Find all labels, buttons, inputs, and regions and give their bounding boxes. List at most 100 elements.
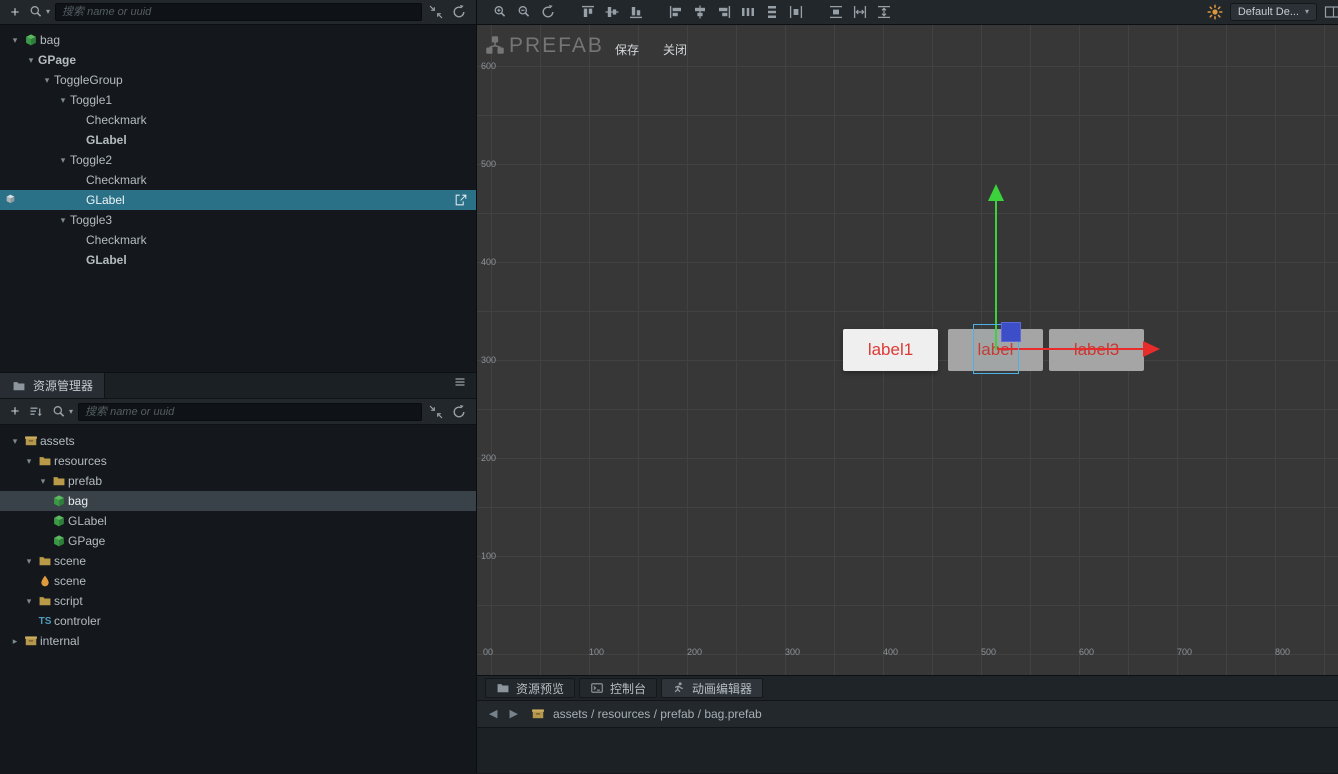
- hierarchy-node-glabel[interactable]: GLabel: [0, 190, 476, 210]
- expand-arrow[interactable]: ▾: [8, 436, 22, 446]
- align-top-icon[interactable]: [579, 3, 597, 21]
- ruler-label-y: 200: [481, 453, 497, 463]
- hierarchy-node-label: GLabel: [86, 133, 127, 147]
- hierarchy-node-glabel[interactable]: GLabel: [0, 130, 476, 150]
- scene-icon: [36, 573, 54, 589]
- assets-search-input[interactable]: [78, 402, 422, 421]
- refresh-icon[interactable]: [450, 3, 468, 21]
- distribute-vertical-icon[interactable]: [763, 3, 781, 21]
- expand-arrow[interactable]: ▾: [22, 456, 36, 466]
- expand-arrow[interactable]: ▾: [8, 35, 22, 45]
- expand-arrow[interactable]: ▾: [40, 75, 54, 85]
- collapse-all-icon[interactable]: [427, 3, 445, 21]
- hierarchy-node-glabel[interactable]: GLabel: [0, 250, 476, 270]
- assets-panel-header: 资源管理器: [0, 372, 476, 398]
- tab-assets-manager[interactable]: 资源管理器: [0, 373, 106, 398]
- device-dropdown[interactable]: Default De... ▾: [1229, 3, 1317, 21]
- asset-node-internal[interactable]: ▸ internal: [0, 631, 476, 651]
- refresh-icon[interactable]: [450, 403, 468, 421]
- stretch-vertical-icon[interactable]: [875, 3, 893, 21]
- expand-arrow[interactable]: ▾: [56, 215, 70, 225]
- gizmo-origin-handle[interactable]: [1001, 322, 1021, 342]
- asset-node-script[interactable]: ▾ script: [0, 591, 476, 611]
- expand-arrow[interactable]: ▾: [22, 556, 36, 566]
- stretch-horizontal-icon[interactable]: [851, 3, 869, 21]
- gizmo-x-arrowhead[interactable]: [1143, 341, 1160, 357]
- search-icon: [27, 3, 45, 21]
- tab-animation-editor[interactable]: 动画编辑器: [661, 678, 764, 698]
- hierarchy-node-bag[interactable]: ▾ bag: [0, 30, 476, 50]
- hierarchy-node-label: GPage: [38, 53, 77, 67]
- scene-label-label1[interactable]: label1: [843, 329, 938, 371]
- tab-console[interactable]: 控制台: [579, 678, 658, 698]
- asset-node-scene[interactable]: scene: [0, 571, 476, 591]
- folder-icon: [36, 453, 54, 469]
- align-left-icon[interactable]: [667, 3, 685, 21]
- device-dropdown-label: Default De...: [1237, 6, 1299, 18]
- zoom-in-icon[interactable]: [491, 3, 509, 21]
- hierarchy-node-checkmark[interactable]: Checkmark: [0, 110, 476, 130]
- expand-arrow[interactable]: ▸: [8, 636, 22, 646]
- tab-asset-preview[interactable]: 资源预览: [485, 678, 576, 698]
- asset-node-glabel[interactable]: GLabel: [0, 511, 476, 531]
- asset-node-prefab[interactable]: ▾ prefab: [0, 471, 476, 491]
- layout-panel-icon[interactable]: [1323, 3, 1338, 21]
- hierarchy-node-checkmark[interactable]: Checkmark: [0, 230, 476, 250]
- hierarchy-node-label: Checkmark: [86, 113, 147, 127]
- expand-arrow[interactable]: ▾: [24, 55, 38, 65]
- prefab-sync-icon[interactable]: [4, 193, 17, 209]
- nav-back-icon[interactable]: ◀: [489, 708, 497, 720]
- close-prefab-button[interactable]: 关闭: [663, 41, 687, 58]
- align-bottom-icon[interactable]: [627, 3, 645, 21]
- align-center-icon[interactable]: [691, 3, 709, 21]
- gizmo-y-arrowhead[interactable]: [988, 184, 1004, 201]
- asset-node-scene[interactable]: ▾ scene: [0, 551, 476, 571]
- breadcrumb-path[interactable]: assets / resources / prefab / bag.prefab: [553, 707, 762, 721]
- search-icon: [50, 403, 68, 421]
- collapse-all-icon[interactable]: [427, 403, 445, 421]
- goto-asset-icon[interactable]: [454, 193, 468, 210]
- asset-node-label: assets: [40, 434, 75, 448]
- expand-arrow[interactable]: ▾: [56, 95, 70, 105]
- nav-forward-icon[interactable]: ▶: [509, 708, 517, 720]
- hierarchy-node-toggle3[interactable]: ▾ Toggle3: [0, 210, 476, 230]
- panel-menu-icon[interactable]: [444, 373, 476, 391]
- scene-toolbar-area: Default De... ▾: [477, 0, 1338, 24]
- sort-icon[interactable]: [27, 403, 45, 421]
- folder-icon: [496, 681, 510, 695]
- hierarchy-search-mode[interactable]: ▾: [27, 3, 50, 21]
- hierarchy-node-togglegroup[interactable]: ▾ ToggleGroup: [0, 70, 476, 90]
- expand-arrow[interactable]: ▾: [36, 476, 50, 486]
- space-vertical-icon[interactable]: [827, 3, 845, 21]
- breadcrumb: assets / resources / prefab / bag.prefab: [530, 706, 762, 722]
- hierarchy-node-toggle1[interactable]: ▾ Toggle1: [0, 90, 476, 110]
- space-horizontal-icon[interactable]: [787, 3, 805, 21]
- scene-view[interactable]: PREFAB 保存 关闭 600 500 400 300 200 100 00 100 200 3…: [477, 25, 1338, 675]
- hierarchy-node-toggle2[interactable]: ▾ Toggle2: [0, 150, 476, 170]
- hierarchy-search-input[interactable]: [55, 3, 422, 21]
- align-right-icon[interactable]: [715, 3, 733, 21]
- scene-label-label3[interactable]: label3: [1049, 329, 1144, 371]
- assets-search-mode[interactable]: ▾: [50, 403, 73, 421]
- zoom-out-icon[interactable]: [515, 3, 533, 21]
- expand-arrow[interactable]: ▾: [56, 155, 70, 165]
- asset-node-label: resources: [54, 454, 107, 468]
- add-node-button[interactable]: +: [8, 5, 22, 20]
- save-prefab-button[interactable]: 保存: [615, 41, 639, 58]
- align-middle-icon[interactable]: [603, 3, 621, 21]
- expand-arrow[interactable]: ▾: [22, 596, 36, 606]
- distribute-horizontal-icon[interactable]: [739, 3, 757, 21]
- asset-node-gpage[interactable]: GPage: [0, 531, 476, 551]
- asset-node-assets[interactable]: ▾ assets: [0, 431, 476, 451]
- ruler-label-x: 400: [883, 647, 899, 657]
- asset-node-bag[interactable]: bag: [0, 491, 476, 511]
- hierarchy-node-checkmark[interactable]: Checkmark: [0, 170, 476, 190]
- asset-node-resources[interactable]: ▾ resources: [0, 451, 476, 471]
- refresh-view-icon[interactable]: [539, 3, 557, 21]
- settings-gear-icon[interactable]: [1206, 3, 1224, 21]
- ts-icon: TS: [38, 615, 52, 627]
- add-asset-button[interactable]: +: [8, 404, 22, 419]
- asset-node-controler[interactable]: TS controler: [0, 611, 476, 631]
- hierarchy-panel: ▾ bag ▾ GPage ▾ ToggleGroup ▾ Toggle1 Checkmark G…: [0, 25, 476, 372]
- hierarchy-node-gpage[interactable]: ▾ GPage: [0, 50, 476, 70]
